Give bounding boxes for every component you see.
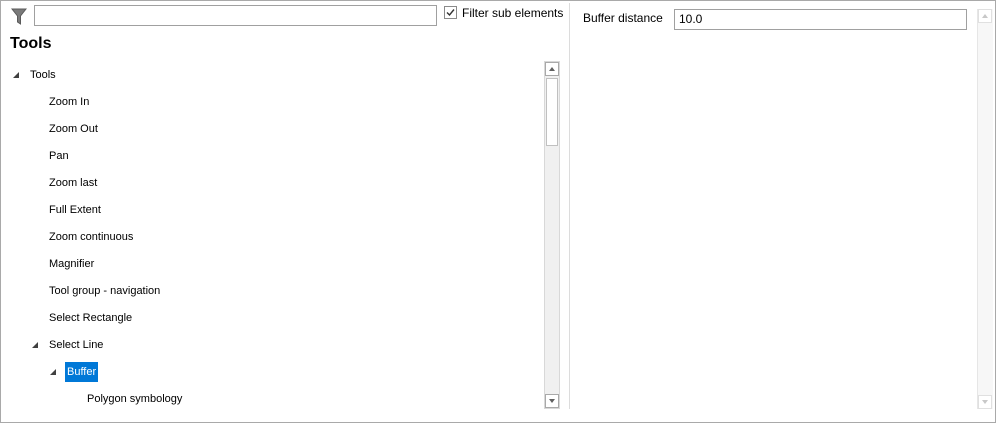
filter-search-input[interactable]	[34, 5, 437, 26]
tree-item-polygon-symbology[interactable]: Polygon symbology	[87, 389, 182, 409]
tree-item-label: Zoom last	[49, 177, 98, 189]
scroll-up-button[interactable]	[978, 9, 992, 23]
tools-tree: Tools Zoom In Zoom Out Pan Zoom last Ful…	[1, 61, 544, 409]
tree-item-label: Select Line	[49, 339, 104, 351]
check-mark-icon	[446, 9, 455, 17]
tree-item-label: Zoom Out	[49, 123, 98, 135]
arrow-up-icon	[982, 14, 988, 18]
funnel-filter-icon[interactable]	[10, 8, 28, 26]
expanded-triangle-icon[interactable]	[12, 71, 20, 79]
tree-item-label: Polygon symbology	[87, 393, 183, 405]
tree-item-label: Select Rectangle	[49, 312, 133, 324]
properties-vertical-scrollbar[interactable]	[977, 9, 993, 409]
tree-item-label: Zoom continuous	[49, 231, 134, 243]
tree-item-label-selected: Buffer	[65, 362, 99, 382]
tree-item-tool-group-navigation[interactable]: Tool group - navigation	[49, 281, 160, 301]
panel-title: Tools	[10, 35, 52, 52]
window-frame: Filter sub elements Tools Tools Zoom In …	[0, 0, 996, 423]
tree-item-magnifier[interactable]: Magnifier	[49, 254, 94, 274]
buffer-distance-input[interactable]: 10.0	[674, 9, 967, 30]
panel-divider[interactable]	[569, 3, 570, 409]
tree-vertical-scrollbar[interactable]	[544, 61, 560, 409]
scroll-up-button[interactable]	[545, 62, 559, 76]
tree-item-label: Tool group - navigation	[49, 285, 161, 297]
tree-item-zoom-last[interactable]: Zoom last	[49, 173, 97, 193]
expanded-triangle-icon[interactable]	[31, 341, 39, 349]
arrow-up-icon	[549, 67, 555, 71]
filter-sub-elements-label[interactable]: Filter sub elements	[462, 6, 563, 20]
tree-item-label: Tools	[30, 69, 56, 81]
expanded-triangle-icon[interactable]	[49, 368, 57, 376]
tree-item-zoom-out[interactable]: Zoom Out	[49, 119, 98, 139]
scroll-down-button[interactable]	[978, 395, 992, 409]
tree-item-zoom-in[interactable]: Zoom In	[49, 92, 89, 112]
tree-item-label: Magnifier	[49, 258, 95, 270]
tree-item-pan[interactable]: Pan	[49, 146, 69, 166]
tree-item-label: Zoom In	[49, 96, 90, 108]
filter-sub-elements-checkbox[interactable]	[444, 6, 457, 19]
tree-item-zoom-continuous[interactable]: Zoom continuous	[49, 227, 133, 247]
arrow-down-icon	[549, 399, 555, 403]
tree-item-label: Pan	[49, 150, 69, 162]
tree-item-full-extent[interactable]: Full Extent	[49, 200, 101, 220]
scroll-thumb[interactable]	[546, 78, 558, 146]
tree-item-label: Full Extent	[49, 204, 101, 216]
buffer-distance-label: Buffer distance	[583, 11, 663, 25]
arrow-down-icon	[982, 400, 988, 404]
tree-item-select-rectangle[interactable]: Select Rectangle	[49, 308, 132, 328]
scroll-down-button[interactable]	[545, 394, 559, 408]
